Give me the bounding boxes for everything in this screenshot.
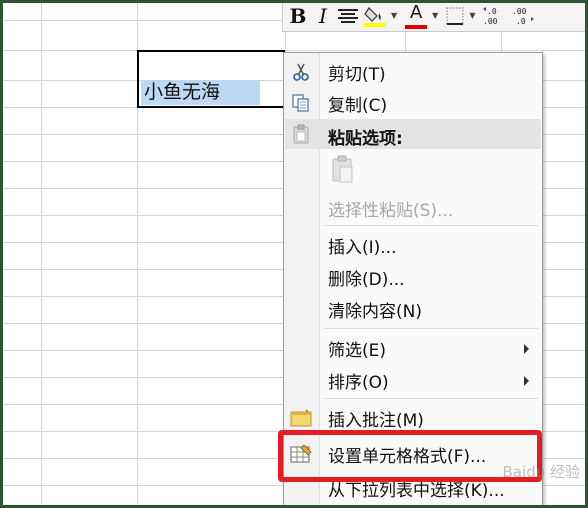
scissors-icon [289,61,313,83]
menu-item-insert[interactable]: 插入(I)... [285,230,541,260]
menu-item-label: 插入批注(M) [328,410,424,431]
comment-icon [289,407,313,429]
bold-button[interactable]: B [287,3,309,29]
paste-options-header: 粘贴选项: [285,119,541,149]
fill-color-dropdown-icon[interactable]: ▼ [391,11,397,20]
menu-item-delete[interactable]: 删除(D)... [285,262,541,292]
increase-decimal-icon[interactable]: .0 .00 [481,3,507,29]
svg-text:.0: .0 [487,7,497,16]
svg-text:.00: .00 [483,17,498,26]
fill-color-icon[interactable] [362,3,388,29]
menu-item-label: 删除(D)... [328,269,405,290]
menu-item-label: 筛选(E) [328,340,387,361]
font-color-dropdown-icon[interactable]: ▼ [432,11,438,20]
decrease-decimal-icon[interactable]: .00 .0 [510,3,536,29]
menu-item-label: 复制(C) [328,95,388,116]
menu-item-filter[interactable]: 筛选(E) [285,333,541,363]
menu-item-cut[interactable]: 剪切(T) [285,57,541,87]
border-dropdown-icon[interactable]: ▼ [469,11,475,20]
font-color-swatch [405,24,428,29]
submenu-arrow-icon [524,376,529,386]
paste-option-button[interactable] [285,152,541,188]
menu-item-insert-comment[interactable]: 插入批注(M) [285,403,541,433]
border-icon[interactable] [444,3,466,29]
font-color-button[interactable]: A [403,2,429,29]
submenu-arrow-icon [524,344,529,354]
copy-icon [289,92,313,114]
font-color-label: A [409,2,423,23]
menu-item-label: 选择性粘贴(S)... [328,200,454,221]
menu-item-clear-contents[interactable]: 清除内容(N) [285,294,541,324]
paste-icon [289,123,313,145]
column-gridline [41,3,42,505]
paste-options-label: 粘贴选项: [328,129,403,149]
selected-cell-value[interactable]: 小鱼无海 [141,80,261,105]
menu-separator [324,398,538,399]
mini-toolbar: B I ▼ A ▼ ▼ .0 .00 .00 .0 [282,0,588,32]
menu-item-label: 清除内容(N) [328,301,422,322]
menu-item-copy[interactable]: 复制(C) [285,88,541,118]
menu-separator [324,328,538,329]
menu-item-sort[interactable]: 排序(O) [285,365,541,395]
menu-item-label: 排序(O) [328,372,389,393]
svg-text:.0: .0 [516,17,526,26]
menu-item-label: 剪切(T) [328,64,386,85]
watermark: Baidu 经验 [502,463,580,481]
menu-item-paste-special: 选择性粘贴(S)... [285,193,541,223]
center-align-icon[interactable] [337,3,359,29]
italic-button[interactable]: I [312,3,334,29]
svg-text:.00: .00 [512,7,527,16]
menu-item-label: 插入(I)... [328,237,397,258]
menu-separator [324,225,538,226]
paste-clipboard-icon [328,154,358,186]
row-gridline [3,50,585,51]
